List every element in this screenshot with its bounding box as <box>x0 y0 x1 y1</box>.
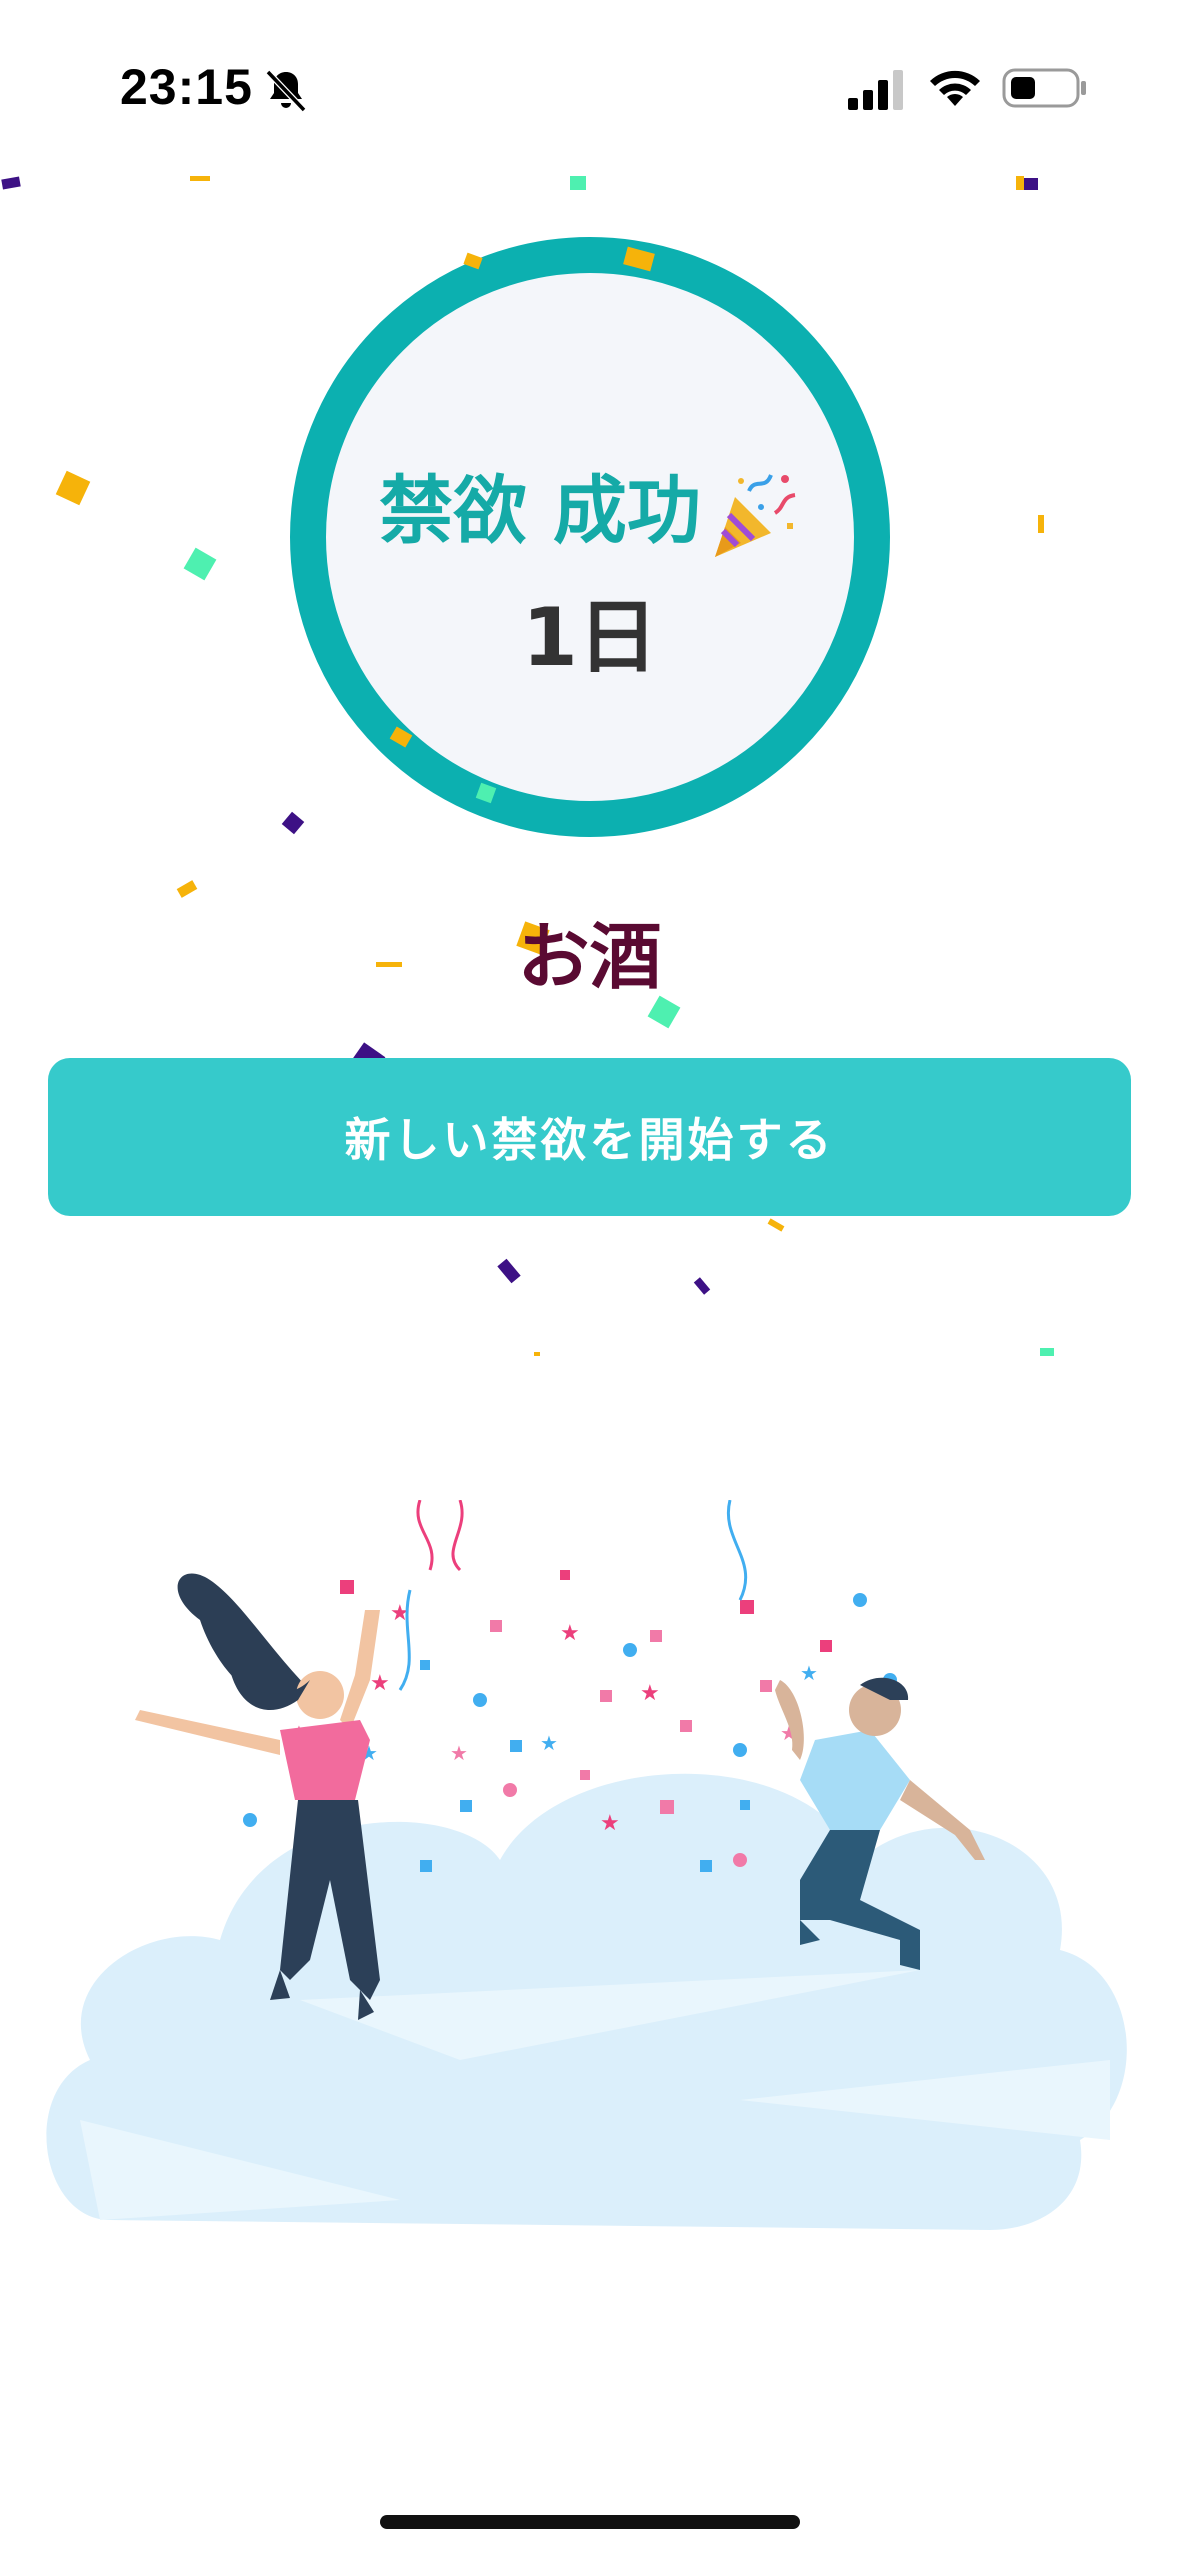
svg-text:★: ★ <box>560 1621 580 1646</box>
svg-text:★: ★ <box>600 1811 620 1836</box>
svg-text:★: ★ <box>370 1671 390 1696</box>
svg-text:★: ★ <box>540 1731 558 1755</box>
success-title-text: 禁欲 成功 <box>379 468 701 554</box>
bell-slash-icon <box>265 69 307 113</box>
success-ring: 禁欲 成功 1日 <box>290 237 890 837</box>
battery-icon <box>1002 68 1086 108</box>
status-bar: 23:15 <box>0 0 1179 170</box>
success-days: 1日 <box>522 591 658 684</box>
svg-text:★: ★ <box>800 1661 818 1685</box>
party-popper-icon <box>714 474 796 558</box>
svg-text:★: ★ <box>450 1741 468 1765</box>
svg-text:★: ★ <box>640 1681 660 1706</box>
status-time: 23:15 <box>120 59 253 115</box>
success-title: 禁欲 成功 <box>326 451 854 563</box>
habit-name: お酒 <box>517 915 662 999</box>
cellular-signal-icon <box>848 70 903 110</box>
home-indicator[interactable] <box>380 2515 800 2529</box>
celebration-illustration: ★ ★ ★ ★ ★ ★ ★ ★ ★ ★ ★ <box>46 1500 1127 2230</box>
wifi-icon <box>930 70 980 106</box>
start-new-abstinence-button[interactable]: 新しい禁欲を開始する <box>48 1058 1131 1216</box>
